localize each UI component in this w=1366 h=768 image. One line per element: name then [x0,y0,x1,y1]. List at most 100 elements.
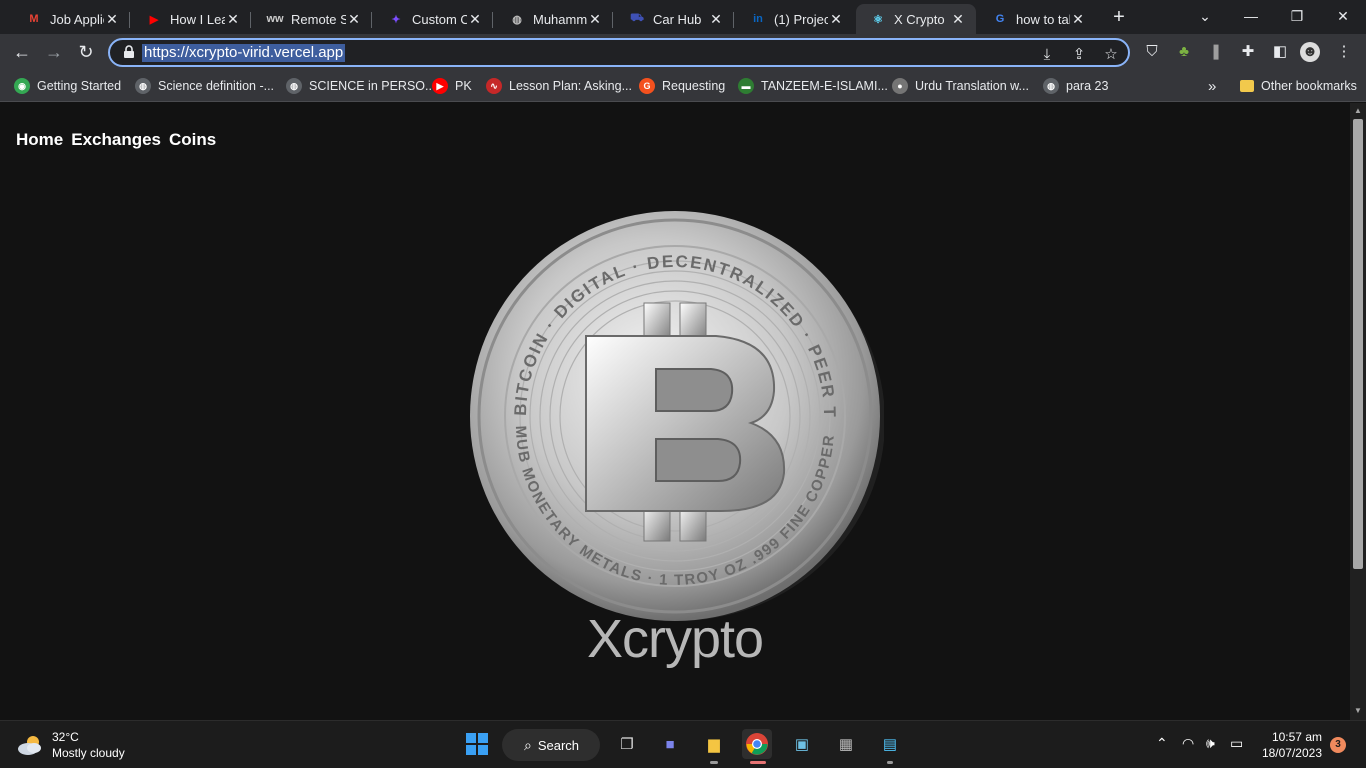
scroll-up-arrow-icon[interactable]: ▲ [1353,106,1363,116]
taskbar-search-button[interactable]: ⌕ Search [502,729,600,761]
close-tab-icon[interactable]: ✕ [225,11,241,28]
teams-chat-icon[interactable]: ■ [655,729,685,759]
minimize-button[interactable]: — [1228,0,1274,34]
explorer-running-indicator [710,761,718,764]
reload-button[interactable]: ↻ [72,38,100,66]
close-tab-icon[interactable]: ✕ [104,11,120,28]
close-tab-icon[interactable]: ✕ [587,11,603,28]
bookmark-label: SCIENCE in PERSO... [309,79,436,93]
globe-icon: ◍ [135,78,151,94]
close-tab-icon[interactable]: ✕ [346,11,362,28]
bookmark-label: Getting Started [37,79,122,93]
tree-extension-icon[interactable]: ♣ [1174,42,1194,62]
restore-button[interactable]: ❐ [1274,0,1320,34]
search-label: Search [537,737,580,753]
close-tab-icon[interactable]: ✕ [1070,11,1086,28]
nav-home-link[interactable]: Home [16,130,63,150]
notepad-icon[interactable]: ▤ [875,729,905,759]
browser-tab[interactable]: ww Remote Se✕ [253,4,372,34]
calculator-icon[interactable]: ▦ [831,729,861,759]
bookmarks-bar: ◉ Getting Started ◍ Science definition -...… [0,71,1366,102]
bookmark-item[interactable]: ● Urdu Translation w... [892,76,1029,96]
tab-title: Remote Se [291,11,346,27]
other-bookmarks-folder[interactable]: Other bookmarks [1240,76,1357,96]
browser-tab[interactable]: in (1) Project ✕ [736,4,854,34]
bookmark-item[interactable]: ◍ Science definition -... [135,76,274,96]
install-app-icon[interactable]: ⤓ [1038,46,1056,64]
globe-icon: ◍ [1043,78,1059,94]
nav-exchanges-link[interactable]: Exchanges [71,130,161,150]
tab-strip: MJob Applic✕▶How I Lear✕wwRemote Se✕✦Cus… [0,0,1366,34]
share-icon[interactable]: ⇪ [1070,46,1088,64]
notepad-running-indicator [887,761,893,764]
gmail-icon: M [29,13,39,25]
tab-search-chevron-icon[interactable]: ⌄ [1182,0,1228,34]
clock-date: 18/07/2023 [1261,746,1322,760]
bookmark-label: Urdu Translation w... [915,79,1029,93]
browser-tab[interactable]: Ghow to tak ✕ [978,4,1096,34]
task-view-icon[interactable]: ❐ [612,729,642,759]
control-panel-icon[interactable]: ▣ [787,729,817,759]
close-tab-icon[interactable]: ✕ [467,11,483,28]
page-scrollbar[interactable]: ▲ ▼ [1350,103,1366,720]
bookmark-item[interactable]: ▬ TANZEEM-E-ISLAMI... [738,76,888,96]
close-tab-icon[interactable]: ✕ [828,11,844,28]
tab-title: Custom Or [412,11,467,27]
profile-avatar-icon[interactable]: ☻ [1300,42,1320,62]
new-tab-button[interactable]: + [1108,6,1130,28]
close-tab-icon[interactable]: ✕ [950,11,966,28]
nav-coins-link[interactable]: Coins [169,130,216,150]
browser-tab[interactable]: ◍ Muhamma✕ [495,4,613,34]
chrome-taskbar-icon[interactable] [742,729,772,759]
browser-tab[interactable]: ⚛ X Crypto ✕ [856,4,976,34]
bookmark-item[interactable]: ▶ PK [432,76,472,96]
shield-extension-icon[interactable]: ⛉ [1142,42,1162,62]
bookmark-label: Science definition -... [158,79,275,93]
battery-icon[interactable]: ▭ [1230,735,1243,752]
forward-button[interactable]: → [40,38,68,66]
bookmark-item[interactable]: G Requesting [639,76,725,96]
browser-tab[interactable]: ▶ How I Lear✕ [132,4,251,34]
tab-title: How I Lear [170,11,225,27]
url-text[interactable]: https://xcrypto-virid.vercel.app [142,44,346,62]
close-tab-icon[interactable]: ✕ [708,11,724,28]
extensions-puzzle-icon[interactable]: ✚ [1238,42,1258,62]
lamp-extension-icon[interactable]: ❚ [1206,42,1226,62]
system-clock[interactable]: 10:57 am 18/07/2023 [1252,729,1322,761]
bookmark-label: TANZEEM-E-ISLAMI... [761,79,888,93]
more-bookmarks-button[interactable]: » [1208,76,1216,96]
bookmark-item[interactable]: ◉ Getting Started [14,76,121,96]
weather-widget[interactable]: 32°C Mostly cloudy [16,729,125,761]
volume-icon[interactable]: 🕪 [1206,735,1215,752]
menu-kebab-icon[interactable]: ⋮ [1334,42,1354,62]
bookmark-item[interactable]: ∿ Lesson Plan: Asking... [486,76,632,96]
remote-icon: ww [266,13,284,25]
tab-title: how to tak [1016,11,1070,27]
show-hidden-icons-chevron-icon[interactable]: ⌃ [1156,735,1168,752]
bookmark-star-icon[interactable]: ☆ [1102,46,1120,64]
side-panel-icon[interactable]: ◧ [1270,42,1290,62]
browser-tab[interactable]: ⛟ Car Hub ✕ [615,4,734,34]
windows-start-icon[interactable] [462,729,492,759]
scroll-down-arrow-icon[interactable]: ▼ [1353,706,1363,716]
tab-separator [492,12,493,28]
file-explorer-icon[interactable]: ▆ [699,729,729,759]
car-hub-icon: ⛟ [630,12,644,24]
address-bar[interactable]: https://xcrypto-virid.vercel.app ⤓ ⇪ ☆ [108,38,1130,67]
tab-title: X Crypto [894,11,945,27]
grammarly-icon: G [639,78,655,94]
weather-temperature: 32°C [52,730,79,744]
scrollbar-thumb[interactable] [1353,119,1363,569]
site-nav: Home Exchanges Coins [16,130,216,150]
browser-tab[interactable]: M Job Applic ✕ [12,4,130,34]
notification-badge[interactable]: 3 [1330,737,1346,753]
weather-description: Mostly cloudy [52,746,125,760]
bookmark-item[interactable]: ◍ para 23 [1043,76,1108,96]
wifi-icon[interactable]: ◠ [1182,735,1194,752]
bookmark-item[interactable]: ◍ SCIENCE in PERSO... [286,76,435,96]
close-window-button[interactable]: ✕ [1320,0,1366,34]
lesson-icon: ∿ [486,78,502,94]
folder-icon [1240,80,1254,92]
back-button[interactable]: ← [8,38,36,66]
browser-tab[interactable]: ✦ Custom Or✕ [374,4,493,34]
